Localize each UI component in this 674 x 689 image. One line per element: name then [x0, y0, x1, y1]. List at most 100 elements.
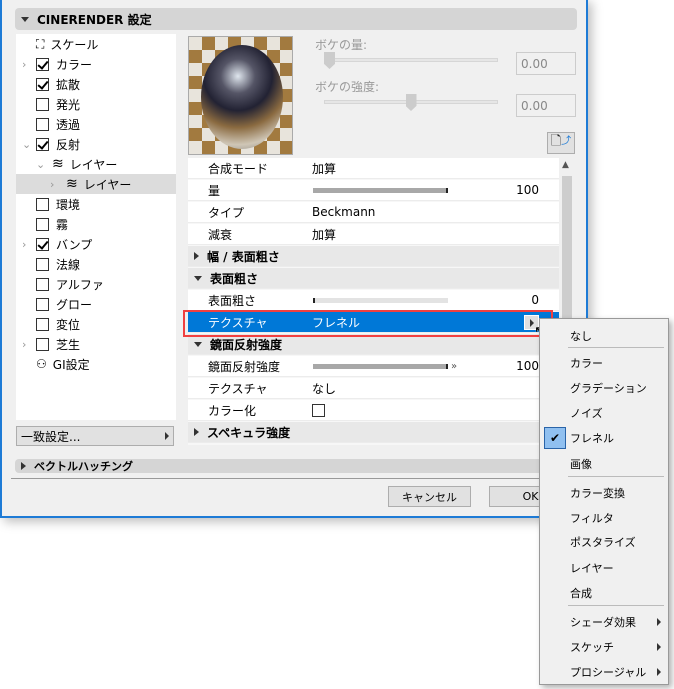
amount-slider[interactable]: [313, 187, 448, 193]
scrollbar-thumb[interactable]: [562, 176, 572, 326]
menu-item[interactable]: ポスタライズ: [570, 534, 636, 550]
menu-item[interactable]: なし: [570, 328, 592, 344]
group-label: 鏡面反射強度: [210, 337, 283, 352]
group-specular-reflection[interactable]: 鏡面反射強度: [188, 334, 559, 355]
tree-item-label: バンプ: [56, 237, 93, 252]
tree-item[interactable]: 変位: [16, 314, 176, 334]
group-label: 幅 / 表面粗さ: [207, 249, 280, 264]
tree-item[interactable]: 霧: [16, 214, 176, 234]
menu-item[interactable]: ノイズ: [570, 405, 603, 421]
match-settings-button[interactable]: 一致設定...: [16, 426, 174, 446]
bokeh-amount-slider[interactable]: [324, 58, 498, 62]
prop-row-attenuation[interactable]: 減衰 加算: [188, 224, 559, 245]
tree-item-label: グロー: [56, 297, 93, 312]
prop-row-colorize[interactable]: カラー化: [188, 400, 559, 421]
tree-item[interactable]: ⚇ GI設定: [16, 354, 176, 374]
group-label: スペキュラ強度: [207, 425, 291, 440]
chevron-down-icon[interactable]: ⌄: [22, 138, 31, 151]
channel-checkbox[interactable]: [36, 237, 49, 251]
tree-item[interactable]: 発光: [16, 94, 176, 114]
tree-item[interactable]: 拡散: [16, 74, 176, 94]
prop-row-amount[interactable]: 量 100: [188, 180, 559, 201]
property-list: 合成モード 加算 量 100 タイプ Beckmann 減衰 加算 幅 / 表面粗さ 表…: [188, 158, 559, 445]
prop-row-type[interactable]: タイプ Beckmann: [188, 202, 559, 223]
prop-row-blend-mode[interactable]: 合成モード 加算: [188, 158, 559, 179]
export-settings-button[interactable]: 🗋⤴: [547, 132, 575, 154]
channel-checkbox[interactable]: [36, 117, 49, 131]
tree-item-label: 拡散: [56, 77, 81, 92]
menu-item[interactable]: フレネル: [570, 430, 614, 446]
tree-item[interactable]: 法線: [16, 254, 176, 274]
channel-checkbox[interactable]: [36, 317, 49, 331]
tree-item[interactable]: › 芝生: [16, 334, 176, 354]
chevron-right-icon[interactable]: ›: [22, 338, 26, 351]
menu-item[interactable]: 画像: [570, 456, 592, 472]
chevron-right-icon[interactable]: ›: [22, 58, 26, 71]
prop-value: Beckmann: [312, 205, 376, 219]
bokeh-amount-thumb[interactable]: [324, 52, 335, 69]
channel-checkbox[interactable]: [36, 197, 49, 211]
cancel-button[interactable]: キャンセル: [388, 486, 471, 507]
scroll-up-icon[interactable]: ▲: [562, 160, 569, 170]
prop-row-texture-2[interactable]: テクスチャ なし: [188, 378, 559, 399]
bokeh-strength-thumb[interactable]: [405, 94, 417, 111]
tree-item-label: レイヤー: [69, 157, 118, 172]
sphere-preview: [201, 45, 283, 149]
bokeh-amount-input[interactable]: 0.00: [516, 52, 576, 75]
prop-label: 合成モード: [208, 161, 269, 176]
chevron-right-icon[interactable]: ›: [50, 178, 54, 191]
tree-item-label: レイヤー: [83, 177, 132, 192]
tree-item[interactable]: アルファ: [16, 274, 176, 294]
vector-hatching-header[interactable]: ベクトルハッチング: [15, 459, 577, 473]
layers-icon: ≋: [66, 176, 78, 192]
menu-item[interactable]: シェーダ効果: [570, 614, 636, 630]
channel-checkbox[interactable]: [36, 77, 49, 91]
tree-item[interactable]: › バンプ: [16, 234, 176, 254]
channel-checkbox[interactable]: [36, 137, 49, 151]
menu-item[interactable]: グラデーション: [570, 380, 647, 396]
tree-item[interactable]: › カラー: [16, 54, 176, 74]
prop-row-specular-strength[interactable]: 鏡面反射強度 » 100: [188, 356, 559, 377]
scale-icon: ⛶: [36, 36, 45, 51]
menu-item[interactable]: カラー変換: [570, 485, 625, 501]
group-specular-intensity[interactable]: スペキュラ強度: [188, 422, 559, 443]
cinerender-section-header[interactable]: CINERENDER 設定: [15, 8, 577, 30]
menu-item[interactable]: スケッチ: [570, 639, 614, 655]
group-roughness[interactable]: 表面粗さ: [188, 268, 559, 289]
menu-item[interactable]: レイヤー: [570, 560, 614, 576]
chevron-right-icon[interactable]: ›: [22, 238, 26, 251]
menu-item[interactable]: フィルタ: [570, 510, 614, 526]
colorize-checkbox[interactable]: [312, 404, 325, 417]
menu-item[interactable]: プロシージャル: [570, 664, 646, 680]
specular-slider[interactable]: [313, 363, 448, 369]
checkmark-icon: ✔: [544, 427, 566, 449]
roughness-slider[interactable]: [313, 297, 448, 303]
group-width-roughness[interactable]: 幅 / 表面粗さ: [188, 246, 559, 267]
channel-checkbox[interactable]: [36, 57, 49, 71]
channel-checkbox[interactable]: [36, 277, 49, 291]
tree-item[interactable]: 透過: [16, 114, 176, 134]
channel-checkbox[interactable]: [36, 297, 49, 311]
tree-item[interactable]: ⌄ 反射: [16, 134, 176, 154]
chevron-down-icon[interactable]: ⌄: [36, 158, 45, 171]
tree-item[interactable]: グロー: [16, 294, 176, 314]
cinerender-settings-dialog: CINERENDER 設定 ⛶ スケール › カラー 拡散 発光 透過 ⌄ 反射 ⌄ ≋ レイヤー › ≋…: [0, 0, 588, 518]
layers-icon: ≋: [52, 156, 64, 172]
menu-item[interactable]: 合成: [570, 585, 592, 601]
tree-item[interactable]: ⛶ スケール: [16, 34, 176, 54]
channel-checkbox[interactable]: [36, 257, 49, 271]
group-label: 表面粗さ: [210, 271, 259, 286]
collapse-triangle-icon: [194, 341, 202, 347]
submenu-arrow-icon: [657, 668, 661, 676]
bokeh-strength-input[interactable]: 0.00: [516, 94, 576, 117]
channel-checkbox[interactable]: [36, 217, 49, 231]
channel-checkbox[interactable]: [36, 97, 49, 111]
menu-separator: [568, 476, 664, 477]
tree-item[interactable]: 環境: [16, 194, 176, 214]
tree-item[interactable]: › ≋ レイヤー: [16, 174, 176, 194]
slider-fill: [313, 187, 448, 193]
prop-row-roughness[interactable]: 表面粗さ 0: [188, 290, 559, 311]
tree-item[interactable]: ⌄ ≋ レイヤー: [16, 154, 176, 174]
channel-checkbox[interactable]: [36, 337, 49, 351]
menu-item[interactable]: カラー: [570, 355, 603, 371]
